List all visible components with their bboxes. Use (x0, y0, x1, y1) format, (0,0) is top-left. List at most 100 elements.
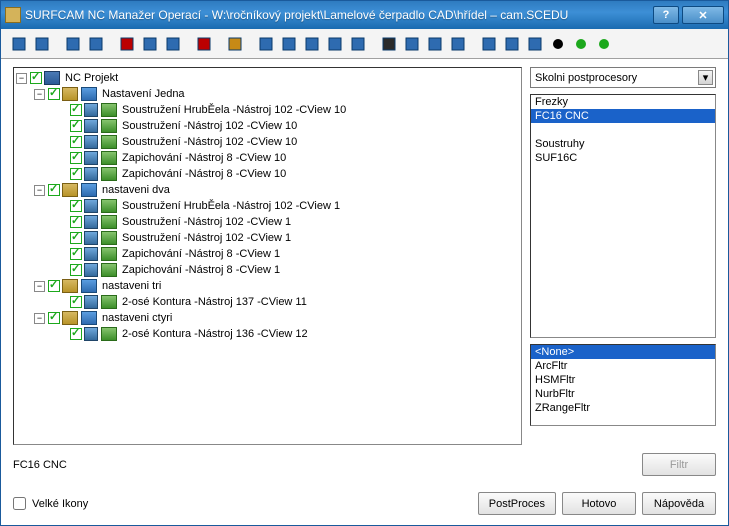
check-icon[interactable] (70, 136, 82, 148)
done-button[interactable]: Hotovo (562, 492, 636, 515)
window-title: SURFCAM NC Manažer Operací - W:\ročníkov… (25, 8, 650, 22)
check-icon[interactable] (70, 216, 82, 228)
help-button[interactable]: ? (653, 6, 679, 24)
tree-setup[interactable]: −nastaveni tri (16, 278, 519, 294)
cut-button[interactable] (117, 34, 137, 54)
op-icon (101, 119, 117, 133)
tree-operation[interactable]: Zapichování -Nástroj 8 -CView 10 (16, 150, 519, 166)
setup2-icon (81, 183, 97, 197)
tree-operation[interactable]: 2-osé Kontura -Nástroj 137 -CView 11 (16, 294, 519, 310)
toolbar (1, 29, 728, 59)
postprocessor-list[interactable]: FrezkyFC16 CNC SoustruhySUF16C (530, 94, 716, 338)
collapse-icon[interactable]: − (34, 313, 45, 324)
check-icon[interactable] (70, 296, 82, 308)
post-item[interactable]: FC16 CNC (531, 109, 715, 123)
sheet3-button[interactable] (525, 34, 545, 54)
tree-operation[interactable]: Zapichování -Nástroj 8 -CView 10 (16, 166, 519, 182)
tree-operation[interactable]: Zapichování -Nástroj 8 -CView 1 (16, 246, 519, 262)
tool-button[interactable] (402, 34, 422, 54)
check-icon[interactable] (70, 264, 82, 276)
node-label: Nastavení Jedna (100, 88, 185, 100)
sheet2-button[interactable] (502, 34, 522, 54)
check-icon[interactable] (70, 168, 82, 180)
setup2-icon (81, 279, 97, 293)
check-icon[interactable] (30, 72, 42, 84)
contour-button[interactable] (302, 34, 322, 54)
setup1-button[interactable] (256, 34, 276, 54)
play-button[interactable] (448, 34, 468, 54)
check-icon[interactable] (48, 184, 60, 196)
tree-setup[interactable]: − Nastavení Jedna (16, 86, 519, 102)
filter-list[interactable]: <None>ArcFltrHSMFltrNurbFltrZRangeFltr (530, 344, 716, 426)
setup2-button[interactable] (279, 34, 299, 54)
node-label: Zapichování -Nástroj 8 -CView 10 (120, 152, 286, 164)
post-group-header[interactable]: Frezky (531, 95, 715, 109)
tree-root[interactable]: −NC Projekt (16, 70, 519, 86)
tree-operation[interactable]: Soustružení -Nástroj 102 -CView 1 (16, 214, 519, 230)
collapse-icon[interactable]: − (34, 89, 45, 100)
filter-item[interactable]: NurbFltr (531, 387, 715, 401)
paste-button[interactable] (163, 34, 183, 54)
tree-setup[interactable]: −nastaveni ctyri (16, 310, 519, 326)
arrow-right-button[interactable] (86, 34, 106, 54)
close-button[interactable]: ✕ (682, 6, 724, 24)
check-icon[interactable] (48, 280, 60, 292)
filter-item[interactable]: ZRangeFltr (531, 401, 715, 415)
paste-stack-button[interactable] (63, 34, 83, 54)
sheet1-button[interactable] (479, 34, 499, 54)
collapse-icon[interactable]: − (34, 185, 45, 196)
filter-item[interactable]: HSMFltr (531, 373, 715, 387)
tree-operation[interactable]: Zapichování -Nástroj 8 -CView 1 (16, 262, 519, 278)
collapse-icon[interactable]: − (16, 73, 27, 84)
pre-icon (84, 119, 98, 133)
check-icon[interactable] (70, 104, 82, 116)
large-icons-input[interactable] (13, 497, 26, 510)
check-icon[interactable] (70, 200, 82, 212)
check-icon[interactable] (70, 232, 82, 244)
postprocessor-family-combo[interactable]: Skolni postprocesory ▾ (530, 67, 716, 88)
large-icons-checkbox[interactable]: Velké Ikony (13, 497, 88, 510)
help-text-button[interactable]: Nápověda (642, 492, 716, 515)
tree-operation[interactable]: Soustružení -Nástroj 102 -CView 10 (16, 134, 519, 150)
copy2-button[interactable] (140, 34, 160, 54)
delete-button[interactable] (194, 34, 214, 54)
tree-operation[interactable]: Soustružení -Nástroj 102 -CView 10 (16, 118, 519, 134)
copy-stack-button[interactable] (9, 34, 29, 54)
pre-icon (84, 231, 98, 245)
check-icon[interactable] (70, 120, 82, 132)
tree-operation[interactable]: Soustružení HrubĚela -Nástroj 102 -CView… (16, 102, 519, 118)
filter-item[interactable]: <None> (531, 345, 715, 359)
filter-item[interactable]: ArcFltr (531, 359, 715, 373)
status-label: FC16 CNC (13, 459, 642, 471)
filter-button[interactable]: Filtr (642, 453, 716, 476)
copy-button[interactable] (32, 34, 52, 54)
op-icon (101, 151, 117, 165)
collapse-icon[interactable]: − (34, 281, 45, 292)
check-icon[interactable] (70, 248, 82, 260)
clock-button[interactable] (225, 34, 245, 54)
tree-operation[interactable]: Soustružení HrubĚela -Nástroj 102 -CView… (16, 198, 519, 214)
check-icon[interactable] (48, 88, 60, 100)
green-dot-button[interactable] (571, 34, 591, 54)
setup2-icon (81, 87, 97, 101)
tree-operation[interactable]: Soustružení -Nástroj 102 -CView 1 (16, 230, 519, 246)
pre-icon (84, 103, 98, 117)
post-item[interactable]: SUF16C (531, 151, 715, 165)
green-dot2-button[interactable] (594, 34, 614, 54)
pre-icon (84, 247, 98, 261)
black-dot-button[interactable] (548, 34, 568, 54)
tree-setup[interactable]: −nastaveni dva (16, 182, 519, 198)
check-icon[interactable] (70, 152, 82, 164)
rotate-button[interactable] (325, 34, 345, 54)
path-button[interactable] (348, 34, 368, 54)
operations-tree[interactable]: −NC Projekt−Nastavení JednaSoustružení H… (13, 67, 522, 445)
postproces-button[interactable]: PostProces (478, 492, 556, 515)
check-icon[interactable] (48, 312, 60, 324)
post-group-header[interactable]: Soustruhy (531, 137, 715, 151)
node-label: Zapichování -Nástroj 8 -CView 1 (120, 264, 280, 276)
glasses-button[interactable] (379, 34, 399, 54)
path2-button[interactable] (425, 34, 445, 54)
check-icon[interactable] (70, 328, 82, 340)
tree-operation[interactable]: 2-osé Kontura -Nástroj 136 -CView 12 (16, 326, 519, 342)
titlebar: SURFCAM NC Manažer Operací - W:\ročníkov… (1, 1, 728, 29)
